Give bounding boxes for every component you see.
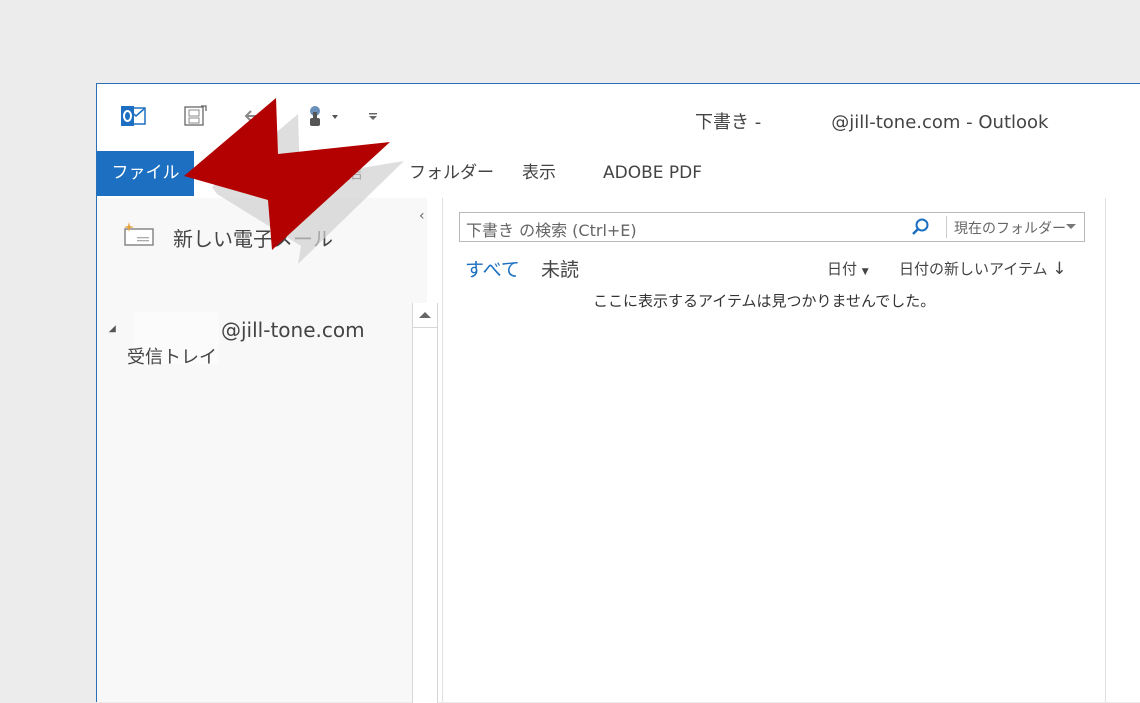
chevron-down-icon[interactable] bbox=[1066, 224, 1076, 229]
outlook-window: 下書き - @jill-tone.com - Outlook ファイル 送受信 フ… bbox=[96, 83, 1140, 703]
sort-order-label: 日付の新しいアイテム bbox=[899, 260, 1048, 278]
ribbon-tabs: ファイル 送受信 フォルダー 表示 ADOBE PDF bbox=[97, 151, 1140, 198]
search-box[interactable]: 下書き の検索 (Ctrl+E) 現在のフォルダー bbox=[459, 212, 1085, 242]
sort-by-label: 日付 bbox=[827, 260, 858, 278]
scroll-up-icon bbox=[419, 312, 431, 318]
search-scope[interactable]: 現在のフォルダー bbox=[954, 218, 1066, 238]
expand-triangle-icon[interactable] bbox=[108, 324, 120, 336]
folder-scrollbar[interactable] bbox=[412, 303, 438, 703]
title-folder: 下書き - bbox=[695, 112, 762, 133]
window-title: 下書き - @jill-tone.com - Outlook bbox=[695, 108, 1048, 134]
tab-folder[interactable]: フォルダー bbox=[409, 151, 494, 196]
undo-icon[interactable] bbox=[241, 102, 265, 130]
tab-adobe-pdf[interactable]: ADOBE PDF bbox=[603, 151, 702, 196]
scroll-up-button[interactable] bbox=[413, 303, 437, 328]
new-mail-button[interactable]: 新しい電子メール bbox=[123, 222, 333, 252]
tab-file[interactable]: ファイル bbox=[97, 151, 194, 196]
search-input[interactable]: 下書き の検索 (Ctrl+E) bbox=[466, 217, 637, 241]
customize-icon[interactable] bbox=[367, 102, 379, 130]
account-name: @jill-tone.com bbox=[221, 318, 365, 342]
folder-pane bbox=[97, 198, 427, 702]
empty-message: ここに表示するアイテムは見つかりませんでした。 bbox=[593, 292, 936, 310]
outlook-icon bbox=[119, 102, 147, 130]
collapse-pane-icon[interactable]: ‹ bbox=[419, 208, 425, 224]
sort-down-arrow-icon: ↓ bbox=[1052, 259, 1067, 279]
tab-send-receive[interactable]: 送受信 bbox=[312, 151, 363, 196]
search-separator bbox=[946, 216, 947, 238]
filter-all[interactable]: すべて bbox=[465, 255, 520, 282]
new-mail-label: 新しい電子メール bbox=[173, 226, 333, 251]
title-account: @jill-tone.com - Outlook bbox=[831, 112, 1049, 133]
quick-access-toolbar: 下書き - @jill-tone.com - Outlook bbox=[97, 84, 1140, 148]
search-icon[interactable] bbox=[910, 217, 930, 241]
new-mail-icon bbox=[123, 221, 155, 253]
touch-mode-icon[interactable] bbox=[303, 102, 343, 130]
sort-order[interactable]: 日付の新しいアイテム ↓ bbox=[899, 258, 1067, 279]
send-receive-icon[interactable] bbox=[181, 102, 209, 130]
message-list: 下書き の検索 (Ctrl+E) 現在のフォルダー すべて 未読 日付 ▼ 日付… bbox=[442, 198, 1106, 702]
filter-unread[interactable]: 未読 bbox=[541, 255, 579, 282]
sort-by-dropdown-icon: ▼ bbox=[861, 267, 869, 277]
folder-inbox[interactable]: 受信トレイ bbox=[127, 343, 217, 369]
tab-view[interactable]: 表示 bbox=[522, 151, 556, 196]
sort-by[interactable]: 日付 ▼ bbox=[827, 258, 869, 279]
